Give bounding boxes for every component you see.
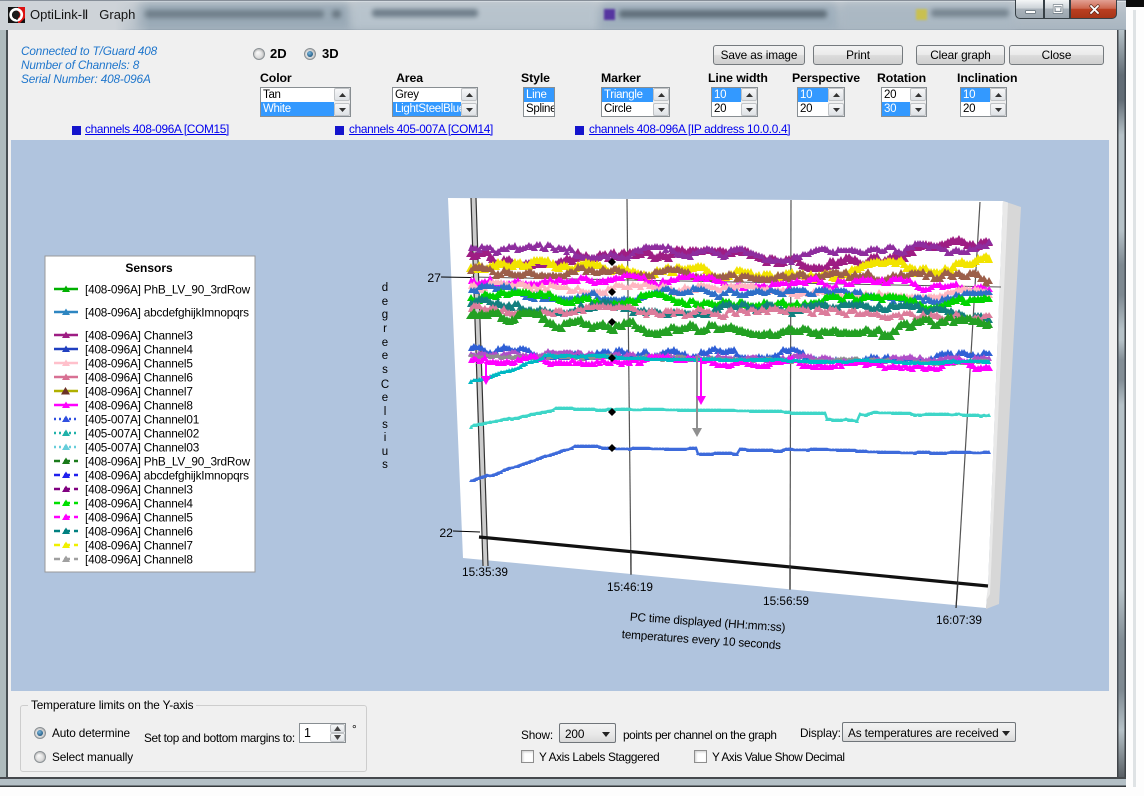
svg-text:e: e — [382, 392, 388, 404]
svg-text:C: C — [381, 379, 389, 391]
svg-text:s: s — [382, 459, 388, 471]
svg-text:[408-096A] Channel4: [408-096A] Channel4 — [85, 497, 193, 511]
svg-text:u: u — [382, 446, 388, 458]
svg-text:i: i — [384, 432, 387, 444]
svg-text:[405-007A] Channel01: [405-007A] Channel01 — [85, 413, 199, 427]
svg-text:[408-096A] Channel4: [408-096A] Channel4 — [85, 343, 193, 357]
svg-text:22: 22 — [439, 526, 453, 540]
svg-text:[408-096A] abcdefghijkImnopqrs: [408-096A] abcdefghijkImnopqrs — [85, 469, 249, 483]
svg-text:15:56:59: 15:56:59 — [763, 594, 809, 608]
svg-text:[405-007A] Channel03: [405-007A] Channel03 — [85, 441, 200, 455]
svg-text:Sensors: Sensors — [125, 261, 173, 275]
svg-text:l: l — [384, 406, 387, 418]
svg-text:[408-096A] Channel3: [408-096A] Channel3 — [85, 329, 193, 343]
svg-text:[408-096A] Channel7: [408-096A] Channel7 — [85, 539, 193, 553]
svg-text:15:35:39: 15:35:39 — [462, 565, 508, 579]
svg-text:[408-096A] Channel8: [408-096A] Channel8 — [85, 553, 193, 567]
svg-text:[408-096A] PhB_LV_90_3rdRow: [408-096A] PhB_LV_90_3rdRow — [85, 283, 251, 297]
svg-text:16:07:39: 16:07:39 — [936, 613, 982, 627]
svg-text:27: 27 — [427, 271, 441, 285]
svg-text:[408-096A] Channel5: [408-096A] Channel5 — [85, 511, 193, 525]
svg-text:g: g — [382, 309, 388, 321]
svg-text:e: e — [382, 337, 388, 349]
svg-text:[408-096A] Channel5: [408-096A] Channel5 — [85, 357, 193, 371]
svg-text:d: d — [382, 282, 388, 294]
svg-text:[408-096A] Channel6: [408-096A] Channel6 — [85, 525, 193, 539]
svg-text:e: e — [382, 296, 388, 308]
svg-text:r: r — [383, 323, 387, 335]
svg-text:[408-096A] Channel3: [408-096A] Channel3 — [85, 483, 193, 497]
svg-text:s: s — [382, 419, 388, 431]
svg-text:[405-007A] Channel02: [405-007A] Channel02 — [85, 427, 199, 441]
svg-text:[408-096A] PhB_LV_90_3rdRow: [408-096A] PhB_LV_90_3rdRow — [85, 455, 251, 469]
svg-text:[408-096A] Channel6: [408-096A] Channel6 — [85, 371, 193, 385]
svg-text:[408-096A] Channel7: [408-096A] Channel7 — [85, 385, 193, 399]
svg-text:e: e — [382, 350, 388, 362]
svg-text:[408-096A] Channel8: [408-096A] Channel8 — [85, 399, 193, 413]
svg-text:[408-096A] abcdefghijkImnopqrs: [408-096A] abcdefghijkImnopqrs — [85, 306, 249, 320]
svg-text:s: s — [382, 364, 388, 376]
svg-text:15:46:19: 15:46:19 — [607, 580, 653, 594]
